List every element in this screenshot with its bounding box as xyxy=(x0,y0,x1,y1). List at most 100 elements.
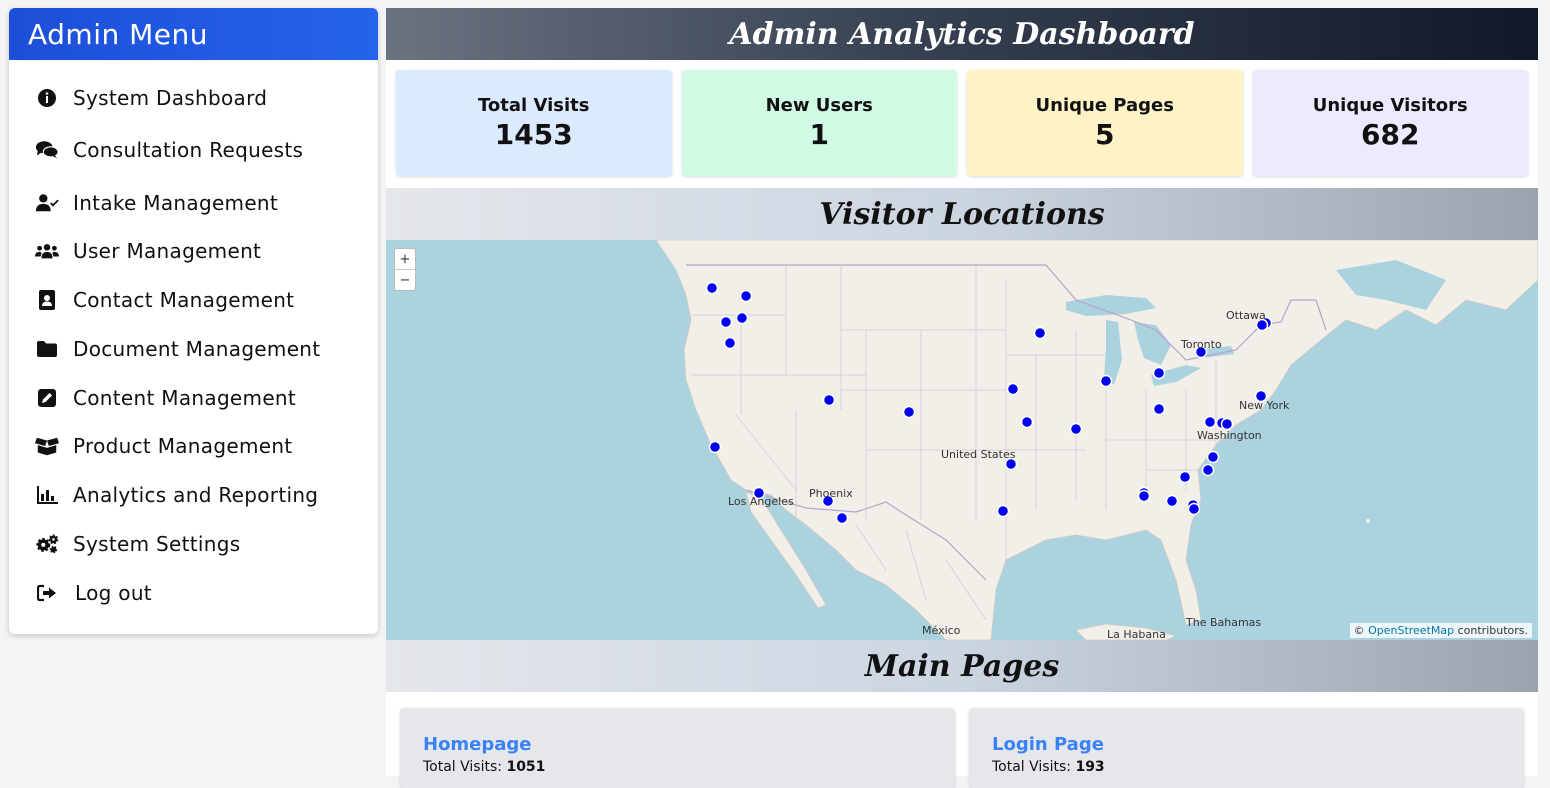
stat-label: Unique Pages xyxy=(1035,95,1174,116)
city-label-ottawa: Ottawa xyxy=(1226,309,1266,322)
country-label-mexico: México xyxy=(922,624,961,637)
visitor-marker[interactable] xyxy=(1020,415,1034,429)
visitor-marker[interactable] xyxy=(902,405,916,419)
page-link[interactable]: Homepage xyxy=(423,734,932,755)
stat-value: 5 xyxy=(1095,118,1115,151)
city-label-new-york: New York xyxy=(1239,399,1290,412)
sidebar-item-content-management[interactable]: Content Management xyxy=(35,386,296,410)
visitor-marker[interactable] xyxy=(1099,374,1113,388)
stat-value: 1453 xyxy=(494,118,573,151)
zoom-in-button[interactable]: + xyxy=(395,249,415,269)
stat-label: Total Visits xyxy=(478,95,590,116)
visitor-map[interactable]: + − Ottawa Toronto New York Washington U… xyxy=(386,240,1538,640)
visitor-marker[interactable] xyxy=(996,504,1010,518)
users-icon xyxy=(35,240,59,262)
region-label-bahamas: The Bahamas xyxy=(1186,616,1262,629)
sidebar-item-label: Log out xyxy=(75,581,152,605)
stat-card-new-users: New Users 1 xyxy=(681,70,957,176)
page-visits-label: Total Visits: xyxy=(992,759,1071,775)
sidebar-title: Admin Menu xyxy=(9,8,378,60)
visitor-marker[interactable] xyxy=(1006,382,1020,396)
visitor-marker[interactable] xyxy=(723,336,737,350)
comments-icon xyxy=(35,139,59,161)
cogs-icon xyxy=(35,533,59,555)
city-label-toronto: Toronto xyxy=(1181,338,1222,351)
stat-label: New Users xyxy=(765,95,873,116)
visitor-marker[interactable] xyxy=(739,289,753,303)
sidebar-item-label: Analytics and Reporting xyxy=(73,483,319,507)
city-label-la-habana: La Habana xyxy=(1107,628,1166,640)
visitor-marker[interactable] xyxy=(1137,489,1151,503)
main-pages-list: Homepage Total Visits: 1051 Login Page T… xyxy=(400,708,1524,788)
address-book-icon xyxy=(35,289,59,311)
stat-value: 1 xyxy=(809,118,829,151)
sidebar-item-label: System Settings xyxy=(73,532,241,556)
sidebar-item-analytics-and-reporting[interactable]: Analytics and Reporting xyxy=(35,483,318,507)
admin-sidebar: Admin Menu System Dashboard Consultation… xyxy=(9,8,378,634)
city-label-washington: Washington xyxy=(1197,429,1262,442)
page-link[interactable]: Login Page xyxy=(992,734,1501,755)
chart-bar-icon xyxy=(35,484,59,506)
sign-out-icon xyxy=(35,582,59,604)
page-visits-value: 193 xyxy=(1075,759,1105,775)
sidebar-item-contact-management[interactable]: Contact Management xyxy=(35,288,294,312)
visitor-marker[interactable] xyxy=(1152,402,1166,416)
folder-icon xyxy=(35,338,59,360)
visitor-marker[interactable] xyxy=(1069,422,1083,436)
sidebar-item-document-management[interactable]: Document Management xyxy=(35,337,320,361)
page-visits: Total Visits: 1051 xyxy=(423,759,932,775)
page-card-homepage: Homepage Total Visits: 1051 xyxy=(400,708,955,788)
main-content: Admin Analytics Dashboard Total Visits 1… xyxy=(386,8,1538,788)
sidebar-item-label: Contact Management xyxy=(73,288,295,312)
page-title: Admin Analytics Dashboard xyxy=(386,8,1538,60)
visitor-marker[interactable] xyxy=(1220,417,1234,431)
region-label-united-states: United States xyxy=(941,448,1016,461)
stats-cards: Total Visits 1453 New Users 1 Unique Pag… xyxy=(396,70,1528,176)
attribution-suffix: contributors. xyxy=(1457,624,1528,637)
page-visits: Total Visits: 193 xyxy=(992,759,1501,775)
zoom-control: + − xyxy=(394,248,416,291)
attribution-prefix: © xyxy=(1353,624,1365,637)
sidebar-item-label: User Management xyxy=(73,239,262,263)
page-visits-value: 1051 xyxy=(506,759,546,775)
visitor-marker[interactable] xyxy=(1206,450,1220,464)
visitor-marker[interactable] xyxy=(705,281,719,295)
map-canvas[interactable] xyxy=(386,240,1538,640)
sidebar-item-intake-management[interactable]: Intake Management xyxy=(35,191,278,215)
openstreetmap-link[interactable]: OpenStreetMap xyxy=(1368,624,1454,637)
zoom-out-button[interactable]: − xyxy=(395,269,415,290)
visitor-marker[interactable] xyxy=(719,315,733,329)
visitor-marker[interactable] xyxy=(1165,494,1179,508)
visitor-marker[interactable] xyxy=(1152,366,1166,380)
sidebar-item-user-management[interactable]: User Management xyxy=(35,239,261,263)
sidebar-item-label: Consultation Requests xyxy=(73,138,304,162)
visitor-marker[interactable] xyxy=(835,511,849,525)
city-label-los-angeles: Los Angeles xyxy=(728,495,794,508)
sidebar-item-product-management[interactable]: Product Management xyxy=(35,434,292,458)
user-check-icon xyxy=(35,192,59,214)
sidebar-item-consultation-requests[interactable]: Consultation Requests xyxy=(35,138,303,162)
main-pages-heading: Main Pages xyxy=(386,640,1538,692)
visitor-marker[interactable] xyxy=(1178,470,1192,484)
city-label-phoenix: Phoenix xyxy=(809,487,853,500)
info-circle-icon xyxy=(35,87,59,109)
stat-value: 682 xyxy=(1361,118,1420,151)
sidebar-item-system-dashboard[interactable]: System Dashboard xyxy=(35,86,267,110)
edit-icon xyxy=(35,387,59,409)
visitor-marker[interactable] xyxy=(735,311,749,325)
sidebar-item-label: Document Management xyxy=(73,337,321,361)
visitor-marker[interactable] xyxy=(1201,463,1215,477)
sidebar-item-label: System Dashboard xyxy=(73,86,268,110)
visitor-marker[interactable] xyxy=(708,440,722,454)
visitor-marker[interactable] xyxy=(1203,415,1217,429)
sidebar-item-log-out[interactable]: Log out xyxy=(35,581,152,605)
sidebar-item-label: Product Management xyxy=(73,434,293,458)
visitor-locations-heading: Visitor Locations xyxy=(386,188,1538,240)
visitor-marker[interactable] xyxy=(1187,502,1201,516)
sidebar-item-label: Intake Management xyxy=(73,191,279,215)
sidebar-item-system-settings[interactable]: System Settings xyxy=(35,532,240,556)
stat-card-total-visits: Total Visits 1453 xyxy=(396,70,672,176)
visitor-marker[interactable] xyxy=(822,393,836,407)
visitor-marker[interactable] xyxy=(1033,326,1047,340)
stat-card-unique-pages: Unique Pages 5 xyxy=(967,70,1243,176)
